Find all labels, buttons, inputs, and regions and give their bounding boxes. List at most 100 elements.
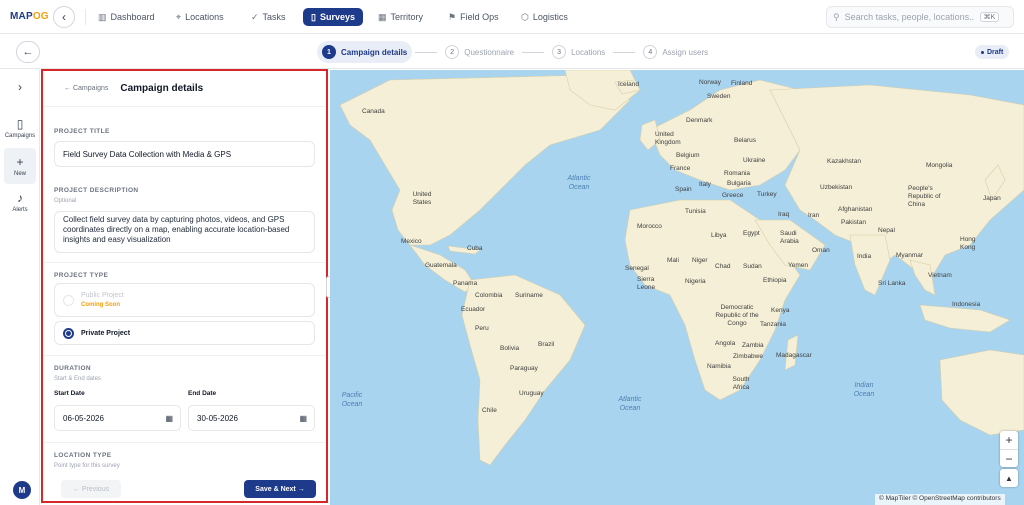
map-label: Bulgaria — [727, 180, 751, 187]
box-icon: ⬡ — [521, 11, 529, 22]
coming-soon-badge: Coming Soon — [81, 302, 120, 308]
map-label: Spain — [675, 186, 692, 193]
public-project-option: Public Project Coming Soon — [54, 283, 315, 317]
rail-item-alerts[interactable]: ♪ Alerts — [4, 184, 36, 220]
map-label: Uruguay — [519, 390, 544, 397]
rail-item-campaigns[interactable]: ▯ Campaigns — [4, 110, 36, 146]
end-date-input[interactable]: 30-05-2026 ▦ — [188, 405, 315, 431]
status-dot-icon — [981, 50, 984, 54]
collapse-back-button[interactable]: ‹ — [53, 6, 75, 28]
step-questionnaire[interactable]: 2 Questionnaire — [440, 41, 519, 63]
nav-logistics[interactable]: ⬡ Logistics — [521, 8, 568, 26]
map-label: Democratic Republic of the Congo — [715, 304, 759, 327]
map-attribution[interactable]: © MapTiler © OpenStreetMap contributors — [875, 494, 1005, 505]
end-date-label: End Date — [188, 390, 217, 397]
map-label: United States — [412, 191, 432, 206]
map-label: Romania — [724, 170, 751, 177]
nav-surveys[interactable]: ▯ Surveys — [303, 8, 363, 26]
panel-footer: ← Previous Save & Next → — [43, 475, 326, 501]
map-label: Yemen — [788, 262, 808, 269]
map-label: Saudi Arabia — [780, 230, 799, 245]
bar-chart-icon: ▥ — [98, 11, 107, 22]
map-label: Cuba — [467, 245, 483, 252]
radio-button-selected[interactable] — [63, 327, 74, 339]
map-label: Ecuador — [461, 306, 486, 313]
map-label: Belgium — [676, 152, 700, 159]
map-label: United Kingdom — [655, 131, 681, 146]
map-label: Iceland — [618, 81, 639, 88]
location-type-hint: Point type for this survey — [54, 463, 120, 469]
rail-item-new[interactable]: + New — [4, 148, 36, 184]
expand-rail-button[interactable]: › — [12, 80, 28, 96]
map-label: Ukraine — [743, 157, 766, 164]
world-map[interactable]: Iceland Norway Finland Sweden Canada Den… — [330, 70, 1024, 505]
ocean-label: Indian Ocean — [853, 382, 875, 398]
save-next-button[interactable]: Save & Next → — [244, 480, 316, 498]
avatar[interactable]: M — [13, 481, 31, 499]
start-date-label: Start Date — [54, 390, 85, 397]
map-label: Belarus — [734, 137, 757, 144]
map-label: Mongolia — [926, 162, 953, 169]
map-label: Zambia — [742, 342, 764, 349]
clipboard-icon: ▯ — [16, 117, 24, 131]
zoom-out-button[interactable]: − — [1000, 449, 1018, 467]
map-label: Tanzania — [760, 321, 787, 328]
map-label: South Africa — [732, 376, 750, 391]
map-label: Mali — [667, 257, 679, 264]
divider — [85, 9, 86, 25]
calendar-icon[interactable]: ▦ — [165, 414, 173, 423]
map-label: Angola — [715, 340, 736, 347]
campaign-details-panel: ← Campaigns Campaign details PROJECT TIT… — [41, 69, 328, 503]
global-search: ⚲ ⌘K — [826, 6, 1014, 28]
nav-dashboard[interactable]: ▥ Dashboard — [98, 8, 155, 26]
map-label: Senegal — [625, 265, 649, 272]
nav-field-ops[interactable]: ⚑ Field Ops — [448, 8, 499, 26]
clipboard-icon: ▯ — [311, 11, 316, 22]
map-label: Colombia — [475, 292, 503, 299]
project-description-field[interactable]: Collect field survey data by capturing p… — [54, 211, 315, 253]
nav-tasks[interactable]: ✓ Tasks — [251, 8, 286, 26]
map-label: Vietnam — [928, 272, 952, 279]
step-assign-users[interactable]: 4 Assign users — [638, 41, 713, 63]
chevron-left-icon: ‹ — [62, 10, 66, 24]
step-locations[interactable]: 3 Locations — [547, 41, 610, 63]
previous-button[interactable]: ← Previous — [61, 480, 121, 498]
zoom-in-button[interactable]: + — [1000, 431, 1018, 449]
app-logo[interactable]: MAPOG — [10, 11, 49, 22]
map-label: Indonesia — [952, 301, 981, 308]
map-label: France — [670, 165, 691, 172]
map-label: Pakistan — [841, 219, 866, 226]
project-type-label: PROJECT TYPE — [54, 272, 109, 279]
start-date-input[interactable]: 06-05-2026 ▦ — [54, 405, 181, 431]
compass-icon[interactable]: ▲ — [1000, 469, 1018, 487]
map-label: Oman — [812, 247, 830, 254]
search-input[interactable] — [844, 12, 975, 22]
step-campaign-details[interactable]: 1 Campaign details — [317, 41, 413, 63]
plus-icon: + — [16, 155, 24, 169]
map-label: Canada — [362, 108, 385, 115]
breadcrumb-campaigns[interactable]: ← Campaigns — [64, 85, 108, 92]
private-project-option[interactable]: Private Project — [54, 321, 315, 345]
top-navigation-bar: MAPOG ‹ ▥ Dashboard ⌖ Locations ✓ Tasks … — [0, 0, 1024, 34]
bell-icon: ♪ — [17, 191, 23, 205]
nav-territory[interactable]: ▦ Territory — [378, 8, 423, 26]
map-label: Suriname — [515, 292, 543, 299]
project-title-field[interactable]: Field Survey Data Collection with Media … — [54, 141, 315, 167]
map-label: Namibia — [707, 363, 731, 370]
project-description-label: PROJECT DESCRIPTION — [54, 187, 139, 194]
map-label: Denmark — [686, 117, 713, 124]
map-label: Nigeria — [685, 278, 706, 285]
map-label: Panama — [453, 280, 478, 287]
check-icon: ✓ — [251, 11, 259, 22]
calendar-icon[interactable]: ▦ — [299, 414, 307, 423]
map-label: Tunisia — [685, 208, 706, 215]
map-label: Chad — [715, 263, 731, 270]
nav-locations[interactable]: ⌖ Locations — [176, 8, 224, 26]
back-button[interactable]: ← — [16, 41, 40, 63]
map-label: Brazil — [538, 341, 555, 348]
map-label: Zimbabwe — [733, 353, 763, 360]
map-label: Guatemala — [425, 262, 457, 269]
map-label: Myanmar — [896, 252, 924, 259]
map-label: Japan — [983, 195, 1001, 202]
map-label: Turkey — [757, 191, 777, 198]
